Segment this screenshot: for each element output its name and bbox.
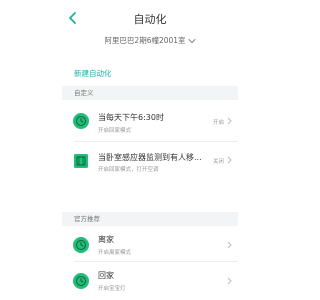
automation-row-2[interactable]: 当卧室感应器监测到有人移... 开启回家模式，打开空调 关闭 (62, 142, 238, 212)
header: 自动化 阿里巴巴2期6幢2001室 (0, 0, 300, 58)
automation-row-1[interactable]: 当每天下午6:30时 开启回家模式 开启 (62, 100, 238, 142)
section-official: 官方推荐 (62, 212, 238, 226)
new-automation-link[interactable]: 新建自动化 (74, 68, 112, 79)
clock-icon (73, 237, 89, 253)
page-title: 自动化 (133, 13, 167, 26)
clock-icon (73, 113, 89, 129)
chevron-right-icon (227, 277, 232, 285)
chevron-right-icon (227, 156, 232, 164)
recommended-sub: 开启宝宝灯 (98, 286, 126, 292)
home-selector[interactable]: 阿里巴巴2期6幢2001室 (0, 35, 300, 46)
section-custom: 自定义 (62, 86, 238, 100)
recommended-name: 离家 (98, 235, 114, 244)
sensor-icon (74, 154, 88, 168)
automation-name: 当每天下午6:30时 (98, 113, 164, 122)
chevron-right-icon (227, 117, 232, 125)
automation-sub: 开启回家模式 (98, 128, 132, 134)
clock-icon (73, 273, 89, 289)
chevron-right-icon (227, 241, 232, 249)
recommended-sub: 开启离家模式 (98, 250, 132, 256)
recommended-row-2[interactable]: 回家 开启宝宝灯 (62, 262, 238, 300)
recommended-row-1[interactable]: 离家 开启离家模式 (62, 226, 238, 262)
automation-name: 当卧室感应器监测到有人移... (98, 153, 202, 162)
automation-status: 关闭 (212, 159, 224, 165)
home-selector-label: 阿里巴巴2期6幢2001室 (104, 36, 186, 45)
chevron-down-icon (188, 39, 196, 44)
automation-status: 开启 (212, 120, 224, 126)
automation-sub: 开启回家模式，打开空调 (98, 167, 159, 173)
recommended-name: 回家 (98, 271, 114, 280)
